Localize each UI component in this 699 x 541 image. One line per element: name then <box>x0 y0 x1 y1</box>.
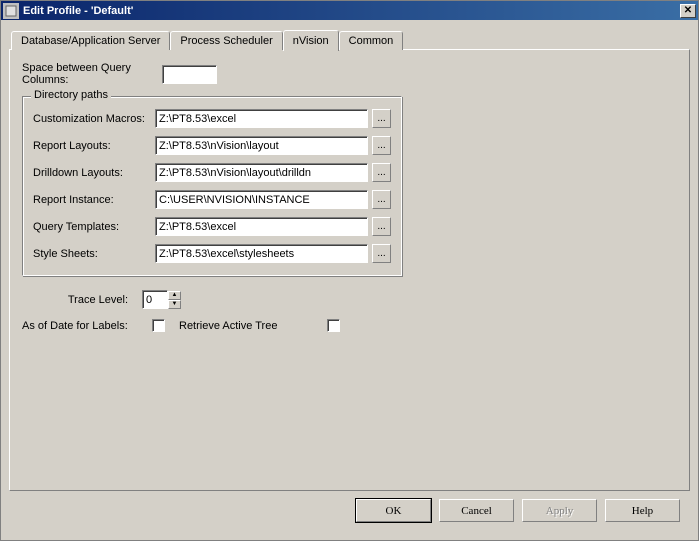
trace-down-button[interactable]: ▼ <box>168 300 181 309</box>
close-button[interactable]: ✕ <box>680 4 696 18</box>
dialog-buttons: OK Cancel Apply Help <box>9 491 690 532</box>
querytpl-label: Query Templates: <box>33 221 155 233</box>
cancel-button[interactable]: Cancel <box>439 499 514 522</box>
space-row: Space between Query Columns: <box>22 62 677 86</box>
space-label: Space between Query Columns: <box>22 62 162 86</box>
layouts-row: Report Layouts: ... <box>33 136 391 155</box>
macros-browse-button[interactable]: ... <box>372 109 391 128</box>
layouts-browse-button[interactable]: ... <box>372 136 391 155</box>
styles-label: Style Sheets: <box>33 248 155 260</box>
tab-common[interactable]: Common <box>339 31 404 50</box>
space-between-cols-input[interactable] <box>162 65 217 84</box>
tab-database[interactable]: Database/Application Server <box>11 31 170 50</box>
directory-paths-group: Directory paths Customization Macros: ..… <box>22 96 402 276</box>
tab-process-scheduler[interactable]: Process Scheduler <box>170 31 282 50</box>
trace-label: Trace Level: <box>22 294 142 306</box>
tab-nvision[interactable]: nVision <box>283 30 339 51</box>
asof-row: As of Date for Labels: Retrieve Active T… <box>22 319 677 332</box>
asofdate-checkbox[interactable] <box>152 319 165 332</box>
tabstrip: Database/Application Server Process Sche… <box>11 28 690 49</box>
window-title: Edit Profile - 'Default' <box>23 5 680 17</box>
asofdate-label: As of Date for Labels: <box>22 320 136 332</box>
styles-browse-button[interactable]: ... <box>372 244 391 263</box>
querytpl-row: Query Templates: ... <box>33 217 391 236</box>
layouts-input[interactable] <box>155 136 368 155</box>
nvision-panel: Space between Query Columns: Directory p… <box>9 49 690 491</box>
drilldn-input[interactable] <box>155 163 368 182</box>
drilldn-row: Drilldown Layouts: ... <box>33 163 391 182</box>
directory-paths-legend: Directory paths <box>31 89 111 101</box>
querytpl-input[interactable] <box>155 217 368 236</box>
edit-profile-window: Edit Profile - 'Default' ✕ Database/Appl… <box>0 0 699 541</box>
drilldn-browse-button[interactable]: ... <box>372 163 391 182</box>
trace-up-button[interactable]: ▲ <box>168 291 181 300</box>
instance-browse-button[interactable]: ... <box>372 190 391 209</box>
client-area: Database/Application Server Process Sche… <box>1 20 698 540</box>
layouts-label: Report Layouts: <box>33 140 155 152</box>
trace-row: Trace Level: ▲ ▼ <box>22 290 677 309</box>
retrieve-active-tree-checkbox[interactable] <box>327 319 340 332</box>
instance-label: Report Instance: <box>33 194 155 206</box>
drilldn-label: Drilldown Layouts: <box>33 167 155 179</box>
querytpl-browse-button[interactable]: ... <box>372 217 391 236</box>
apply-button[interactable]: Apply <box>522 499 597 522</box>
macros-label: Customization Macros: <box>33 113 155 125</box>
ok-button[interactable]: OK <box>356 499 431 522</box>
titlebar: Edit Profile - 'Default' ✕ <box>1 1 698 20</box>
trace-spinner: ▲ ▼ <box>142 290 181 309</box>
styles-input[interactable] <box>155 244 368 263</box>
retrieve-active-tree-label: Retrieve Active Tree <box>179 320 277 332</box>
macros-row: Customization Macros: ... <box>33 109 391 128</box>
trace-input[interactable] <box>142 290 168 309</box>
app-icon <box>3 3 19 19</box>
macros-input[interactable] <box>155 109 368 128</box>
instance-input[interactable] <box>155 190 368 209</box>
instance-row: Report Instance: ... <box>33 190 391 209</box>
styles-row: Style Sheets: ... <box>33 244 391 263</box>
help-button[interactable]: Help <box>605 499 680 522</box>
